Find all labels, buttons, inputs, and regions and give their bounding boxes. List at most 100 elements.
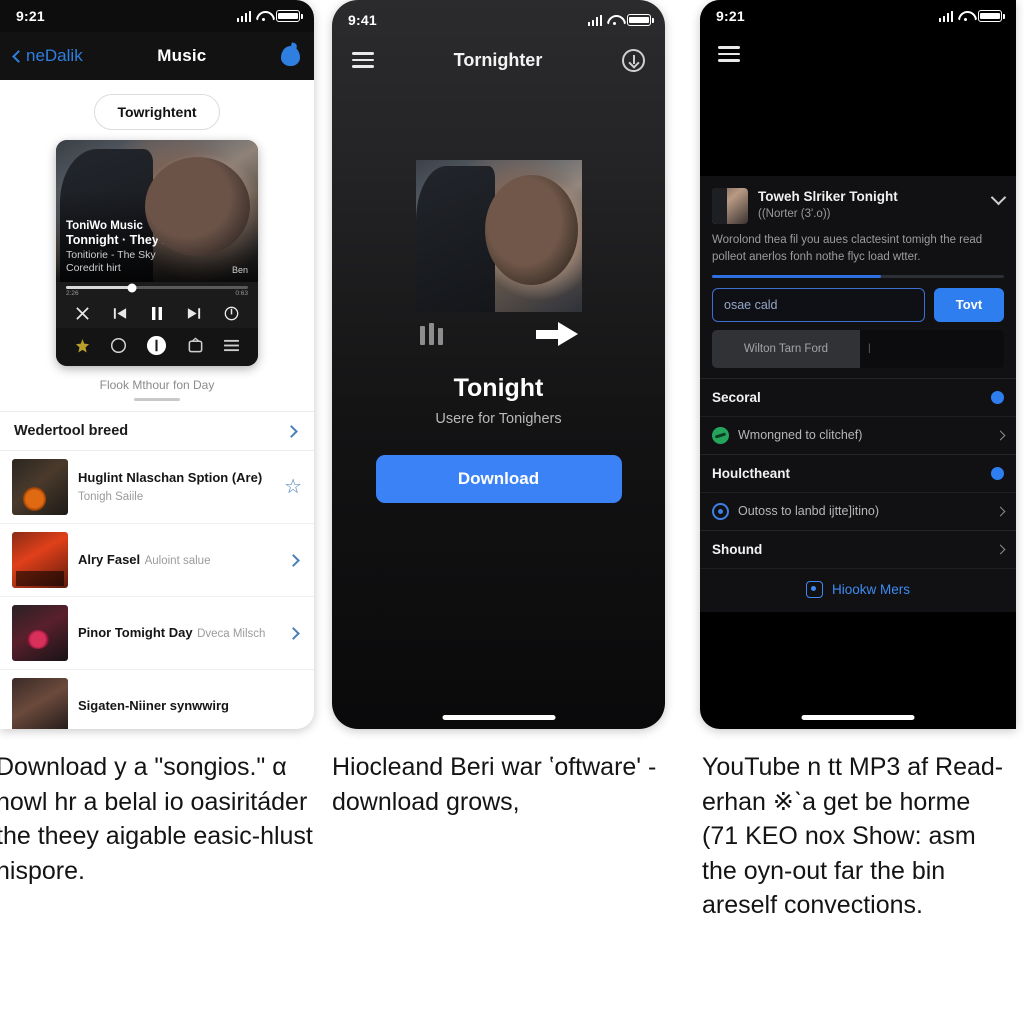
next-icon[interactable]	[187, 307, 201, 320]
list-item[interactable]: Alry Fasel Auloint salue	[0, 524, 314, 597]
section-header[interactable]: Secoral	[700, 377, 1016, 416]
status-bar: 9:21	[700, 0, 1016, 32]
progress-bar[interactable]	[66, 283, 248, 292]
sheet-chip-row: Wilton Tarn Ford |	[700, 329, 1016, 378]
arrow-right-icon[interactable]	[535, 322, 578, 346]
list-header[interactable]: Wedertool breed	[0, 411, 314, 451]
list-item-title: Huglint Nlaschan Sption (Are)	[78, 469, 263, 485]
back-label: neDalik	[26, 46, 83, 65]
list-item-meta: Huglint Nlaschan Sption (Are) Tonigh Sai…	[78, 469, 274, 506]
power-icon[interactable]	[224, 306, 239, 321]
hero-controls	[416, 322, 582, 346]
chevron-right-icon[interactable]	[287, 553, 300, 567]
progress-area[interactable]: 2:26 0:63	[56, 282, 258, 297]
player-subtitle: Tonitiorie - The Sky	[66, 248, 156, 261]
sheet-subtitle: ((Norter (3'.o))	[758, 207, 831, 220]
sound-row[interactable]: Shound	[700, 529, 1016, 568]
chevron-right-icon	[285, 424, 298, 438]
player-badge: Ben	[231, 265, 248, 275]
status-time: 9:21	[16, 8, 45, 24]
hamburger-menu-icon[interactable]	[352, 48, 374, 71]
time-elapsed: 2:26	[66, 290, 79, 297]
status-icons	[587, 14, 654, 26]
chevron-right-icon	[995, 430, 1006, 440]
show-more-button[interactable]: Hiookw Mers	[700, 567, 1016, 612]
cellular-bars-icon	[236, 10, 251, 22]
list-item[interactable]: Sigaten-Niiner synwwirg	[0, 670, 314, 729]
sound-label: Shound	[712, 541, 763, 557]
column-three: 9:21 Toweh Slriker Tonight ((Norter (3'.…	[690, 0, 1024, 1024]
filter-pill-button[interactable]: Towrightent	[94, 94, 220, 130]
circle-icon[interactable]	[110, 337, 127, 354]
sheet-header: Toweh Slriker Tonight ((Norter (3'.o))	[700, 176, 1016, 230]
previous-icon[interactable]	[113, 307, 127, 320]
download-circle-icon[interactable]	[622, 48, 645, 72]
sheet-title: Toweh Slriker Tonight	[758, 189, 898, 204]
section-label: Secoral	[712, 389, 761, 405]
nav-bar	[700, 32, 1016, 76]
list-item-thumbnail	[12, 678, 68, 729]
chevron-right-icon	[995, 506, 1006, 516]
square-dot-icon	[805, 580, 823, 598]
status-time: 9:41	[348, 12, 377, 28]
list-item-thumbnail	[12, 605, 68, 661]
list-item[interactable]: Outoss to lanbd ijtte]itino)	[700, 491, 1016, 530]
status-icons	[938, 10, 1005, 22]
cellular-bars-icon	[938, 10, 953, 22]
list-header-label: Wedertool breed	[14, 423, 129, 439]
phone-mockup-two: 9:41 Tornighter Tonight Usere for Tonigh…	[332, 0, 665, 729]
section-header[interactable]: Houlctheant	[700, 453, 1016, 492]
caption-three: YouTube n tt MP3 af Read-erhan ※ˋa get b…	[702, 753, 1004, 919]
album-artwork: ToniWo Music Tonnight · They'light Tonit…	[56, 140, 258, 282]
close-icon[interactable]	[75, 306, 90, 321]
sheet-handle[interactable]	[134, 398, 180, 401]
player-controls	[56, 297, 258, 328]
blue-dot-icon	[991, 390, 1004, 404]
list-item-meta: Pinor Tomight Day Dveca Milsch	[78, 624, 279, 643]
pause-icon[interactable]	[150, 306, 164, 321]
chevron-right-icon[interactable]	[287, 626, 300, 640]
chevron-right-icon	[995, 544, 1006, 554]
format-chip[interactable]: Wilton Tarn Ford	[712, 329, 860, 368]
list-item-title: Pinor Tomight Day	[78, 624, 193, 640]
url-input[interactable]: osae cald	[712, 287, 925, 322]
phone-mockup-three: 9:21 Toweh Slriker Tonight ((Norter (3'.…	[700, 0, 1016, 729]
back-button[interactable]: neDalik	[12, 46, 83, 66]
battery-icon	[276, 10, 303, 22]
list-icon[interactable]	[223, 339, 240, 352]
player-subtitle-two: Coredrit hirt	[66, 262, 121, 275]
blue-ring-icon	[712, 502, 729, 520]
hero-image-wrap	[332, 160, 665, 312]
apple-music-icon[interactable]	[280, 46, 300, 66]
section-label: Houlctheant	[712, 465, 791, 481]
sheet-progress-bar	[712, 274, 1004, 278]
bottom-sheet: Toweh Slriker Tonight ((Norter (3'.o)) W…	[700, 176, 1016, 612]
download-button[interactable]: Download	[375, 455, 622, 503]
status-bar: 9:21	[0, 0, 314, 32]
progress-knob[interactable]	[127, 283, 137, 292]
star-icon[interactable]: ☆	[284, 477, 302, 497]
record-icon[interactable]	[146, 335, 167, 356]
go-button[interactable]: Tovt	[934, 287, 1004, 322]
player-track-title: Tonnight · They'light	[66, 233, 189, 248]
screenshot-root: 9:21 neDalik Music Towrightent ToniWo Mu…	[0, 0, 1024, 1024]
list-item[interactable]: Wmongned to clitchef)	[700, 415, 1016, 454]
list-item[interactable]: Huglint Nlaschan Sption (Are) Tonigh Sai…	[0, 451, 314, 524]
nav-bar: Tornighter	[332, 36, 665, 84]
time-total: 0:63	[235, 290, 248, 297]
nav-bar: neDalik Music	[0, 32, 314, 80]
column-two: 9:41 Tornighter Tonight Usere for Tonigh…	[320, 0, 690, 1024]
hero-artwork	[415, 160, 582, 312]
chevron-down-icon[interactable]	[990, 189, 1007, 206]
sparkle-icon[interactable]	[74, 338, 91, 354]
list-item-title: Sigaten-Niiner synwwirg	[78, 698, 229, 713]
hamburger-menu-icon[interactable]	[718, 42, 740, 65]
tv-icon[interactable]	[187, 337, 204, 354]
list-item[interactable]: Pinor Tomight Day Dveca Milsch	[0, 597, 314, 670]
wifi-icon	[607, 15, 622, 26]
hero-subheading: Usere for Tonighers	[435, 411, 562, 427]
list-item-meta: Alry Fasel Auloint salue	[78, 551, 279, 570]
page-title: Music	[157, 46, 207, 65]
card-caption: Flook Mthour fon Day	[99, 378, 215, 392]
chip-field[interactable]: |	[860, 329, 1004, 368]
